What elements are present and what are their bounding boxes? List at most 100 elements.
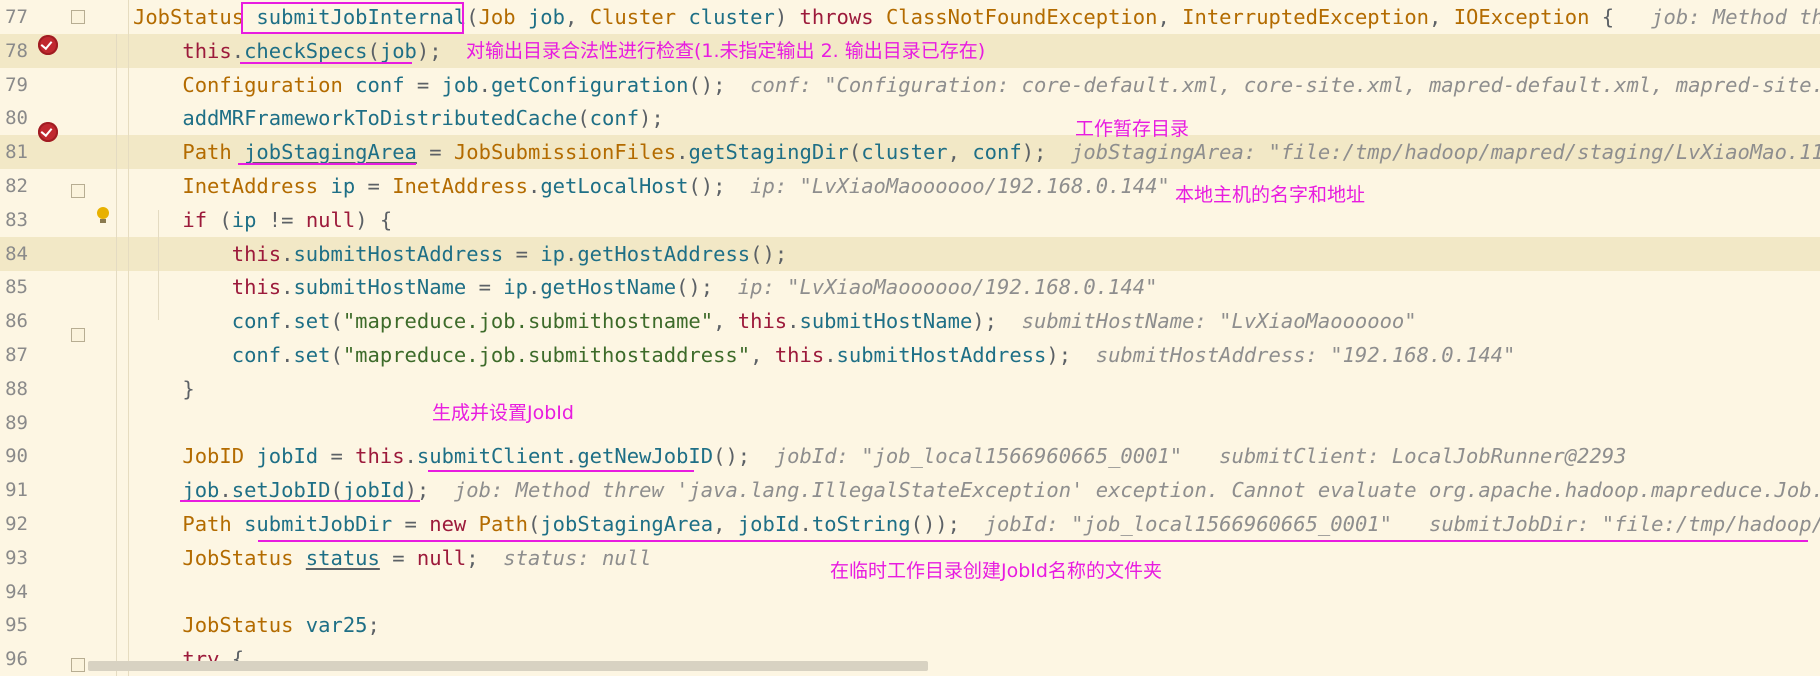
lightbulb-icon[interactable]	[97, 207, 109, 223]
code-token: job	[133, 478, 220, 503]
breakpoint-icon[interactable]	[38, 35, 58, 55]
code-token: .	[281, 309, 294, 334]
check-specs-underline	[240, 62, 412, 64]
line-number: 78	[5, 39, 28, 62]
code-token: {	[1589, 5, 1652, 29]
code-token: jobStagingArea	[540, 512, 714, 536]
code-token: conf	[589, 106, 640, 131]
code-token: submitHostName	[293, 275, 467, 300]
code-token: !=	[256, 207, 306, 232]
code-token: .	[281, 343, 294, 367]
code-token: throws	[799, 5, 886, 29]
code-line[interactable]: 84 this.submitHostAddress = ip.getHostAd…	[0, 236, 1820, 271]
fold-icon[interactable]	[71, 328, 85, 342]
code-text: JobStatus var25;	[133, 608, 380, 642]
code-token: InterruptedException	[1182, 5, 1429, 29]
code-token: =	[416, 140, 454, 165]
code-token: )	[774, 5, 800, 29]
code-line[interactable]: 91 job.setJobID(jobId); job: Method thre…	[0, 473, 1820, 507]
line-number: 86	[5, 310, 28, 333]
code-line[interactable]: 89	[0, 406, 1820, 440]
fold-icon[interactable]	[71, 10, 85, 24]
code-line[interactable]: 87 conf.set("mapreduce.job.submithostadd…	[0, 338, 1820, 372]
code-token: =	[379, 545, 417, 570]
code-token: .	[404, 444, 417, 469]
code-token: =	[355, 174, 393, 198]
line-number: 85	[5, 276, 28, 299]
line-number: 79	[5, 73, 28, 96]
line-number: 87	[5, 344, 28, 366]
code-token: .	[787, 309, 800, 334]
check-specs-note: 对输出目录合法性进行检查(1.未指定输出 2. 输出目录已存在)	[466, 40, 986, 62]
code-token: .	[565, 241, 578, 266]
code-text: this.submitHostAddress = ip.getHostAddre…	[133, 237, 787, 271]
code-line[interactable]: 85 this.submitHostName = ip.getHostName(…	[0, 270, 1820, 304]
code-token: null	[305, 207, 356, 232]
code-token: =	[392, 512, 430, 536]
code-token: submitHostAddress	[293, 241, 504, 266]
code-token: job	[379, 38, 417, 63]
line-number: 82	[5, 175, 28, 197]
code-token: getStagingDir	[688, 140, 849, 165]
code-token: "mapreduce.job.submithostname"	[342, 309, 714, 334]
code-token: "mapreduce.job.submithostaddress"	[342, 343, 751, 367]
code-token: JobStatus	[133, 5, 257, 29]
inline-debug-value: job: Method threw 'java.lang.IllegalStat…	[453, 478, 1820, 503]
code-token: =	[404, 72, 442, 97]
line-number: 92	[5, 513, 28, 535]
code-token: ip	[503, 275, 528, 300]
code-line[interactable]: 80 addMRFrameworkToDistributedCache(conf…	[0, 101, 1820, 135]
code-token: =	[503, 241, 541, 266]
code-token: Job	[478, 5, 528, 29]
fold-icon[interactable]	[71, 184, 85, 198]
code-text: JobStatus status = null; status: null	[133, 541, 651, 575]
inline-debug-value: submitHostName: "LvXiaoMaoooooo"	[1021, 309, 1417, 334]
code-text: if (ip != null) {	[133, 203, 392, 237]
code-token: (	[466, 5, 479, 29]
jobdir-note: 在临时工作目录创建JobId名称的文件夹	[830, 560, 1162, 582]
code-token: JobStatus	[133, 545, 306, 570]
code-token: ();	[676, 275, 738, 300]
breakpoint-icon[interactable]	[38, 122, 58, 142]
fold-icon[interactable]	[71, 658, 85, 672]
line-number: 93	[5, 546, 28, 569]
code-token: ,	[1429, 5, 1454, 29]
code-token: status	[305, 545, 380, 570]
code-line[interactable]: 90 JobID jobId = this.submitClient.getNe…	[0, 439, 1820, 473]
line-number: 84	[5, 242, 28, 265]
code-line[interactable]: 83 if (ip != null) {	[0, 203, 1820, 237]
code-token: .	[281, 241, 294, 266]
code-line[interactable]: 82 InetAddress ip = InetAddress.getLocal…	[0, 169, 1820, 203]
code-line[interactable]: 88 }	[0, 372, 1820, 406]
code-token: setJobID	[231, 478, 331, 503]
code-token: (	[330, 309, 343, 334]
code-token: );	[404, 478, 454, 503]
code-token: this	[133, 241, 282, 266]
code-token: .	[281, 275, 294, 300]
code-editor[interactable]: 77 JobStatus submitJobInternal(Job job, C…	[0, 0, 1820, 676]
code-line[interactable]: 86 conf.set("mapreduce.job.submithostnam…	[0, 304, 1820, 338]
code-token: Path	[478, 512, 528, 536]
code-text: Configuration conf = job.getConfiguratio…	[133, 68, 1820, 102]
code-token: ,	[713, 309, 738, 334]
code-text: job.setJobID(jobId); job: Method threw '…	[133, 473, 1820, 507]
code-token: InetAddress	[392, 174, 528, 198]
code-token: (	[207, 207, 232, 232]
code-line[interactable]: 95 JobStatus var25;	[0, 608, 1820, 642]
line-number: 80	[5, 107, 28, 130]
code-token: );	[1046, 343, 1096, 367]
code-token: ,	[1157, 5, 1183, 29]
code-token: this	[355, 444, 405, 469]
horizontal-scrollbar[interactable]	[88, 661, 928, 671]
code-text: conf.set("mapreduce.job.submithostname",…	[133, 304, 1417, 338]
code-token: ) {	[355, 207, 393, 232]
code-line[interactable]: 79 Configuration conf = job.getConfigura…	[0, 68, 1820, 102]
code-token: (	[330, 478, 343, 503]
code-token: getNewJobID	[577, 444, 714, 469]
line-number: 77	[5, 6, 28, 28]
staging-dir-note: 工作暂存目录	[1075, 118, 1190, 140]
code-token: (	[848, 140, 862, 165]
code-line[interactable]: 92 Path submitJobDir = new Path(jobStagi…	[0, 507, 1820, 541]
code-token: jobStagingArea	[244, 140, 417, 165]
code-text: this.submitHostName = ip.getHostName(); …	[133, 270, 1158, 304]
